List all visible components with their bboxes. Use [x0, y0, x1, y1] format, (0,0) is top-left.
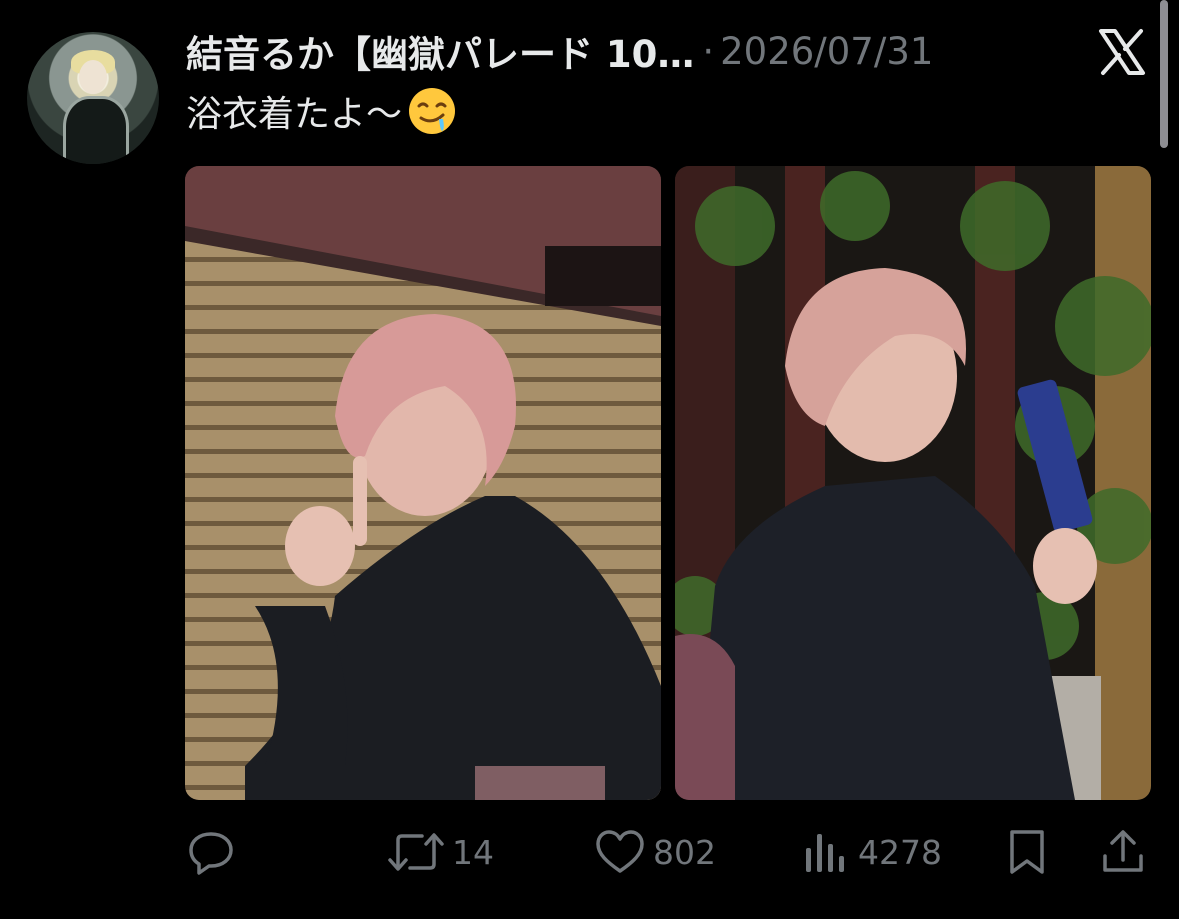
- tweet-text: 浴衣着たよ〜: [186, 85, 458, 137]
- retweet-button[interactable]: 14: [388, 822, 494, 882]
- bookmark-icon: [1010, 830, 1044, 874]
- like-button[interactable]: 802: [595, 822, 716, 882]
- photo-1-image: [185, 166, 661, 800]
- like-count: 802: [653, 832, 716, 872]
- views-button[interactable]: 4278: [802, 822, 942, 882]
- tweet-photo-2[interactable]: [675, 166, 1151, 800]
- reply-button[interactable]: [187, 822, 243, 882]
- tweet-photo-1[interactable]: [185, 166, 661, 800]
- author-name[interactable]: 結音るか【幽獄パレード 10…: [186, 24, 694, 78]
- avatar-face: [79, 60, 107, 94]
- views-icon: [806, 834, 844, 872]
- header-separator: ·: [702, 29, 715, 73]
- tweet-header: 結音るか【幽獄パレード 10… · 2026/07/31: [186, 24, 933, 78]
- scrollbar[interactable]: [1160, 0, 1168, 148]
- retweet-count: 14: [452, 832, 494, 872]
- author-avatar[interactable]: [27, 32, 159, 164]
- reply-icon: [189, 832, 233, 875]
- share-button[interactable]: [1099, 822, 1147, 882]
- like-icon: [596, 830, 644, 873]
- share-icon: [1103, 830, 1143, 872]
- tweet-actions: 14 802 4278: [0, 822, 1179, 882]
- avatar-body: [63, 96, 129, 164]
- retweet-icon: [388, 833, 444, 871]
- drooling-face-emoji: [409, 88, 456, 134]
- x-logo-icon[interactable]: [1097, 27, 1147, 77]
- photo-2-image: [675, 166, 1151, 800]
- tweet-text-content: 浴衣着たよ〜: [186, 94, 403, 135]
- views-count: 4278: [858, 832, 942, 872]
- bookmark-button[interactable]: [1006, 822, 1048, 882]
- tweet-date[interactable]: 2026/07/31: [720, 30, 933, 73]
